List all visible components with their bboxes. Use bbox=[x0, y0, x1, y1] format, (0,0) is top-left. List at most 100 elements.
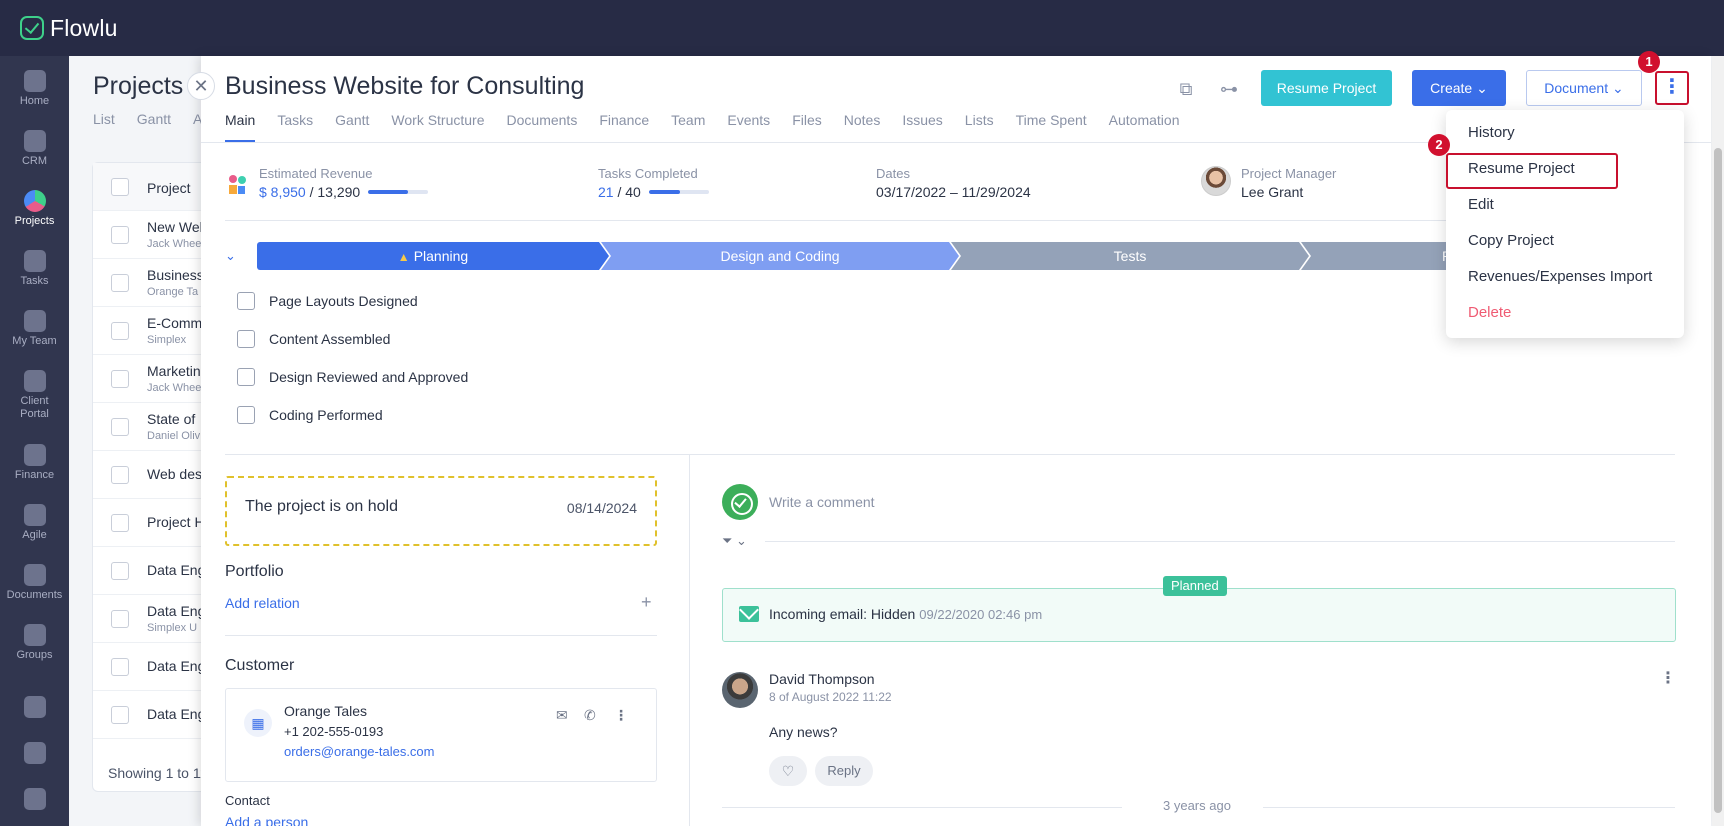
customer-email[interactable]: orders@orange-tales.com bbox=[284, 744, 434, 759]
flowlu-logo-icon[interactable] bbox=[20, 16, 44, 40]
sidebar-item-home[interactable]: Home bbox=[0, 70, 69, 108]
table-row[interactable]: State of Daniel Oliv bbox=[93, 403, 213, 451]
resume-project-button[interactable]: Resume Project bbox=[1261, 70, 1392, 106]
sidebar-item-agile[interactable]: Agile bbox=[0, 504, 69, 542]
scrollbar-thumb[interactable] bbox=[1714, 148, 1722, 813]
tab-automation[interactable]: Automation bbox=[1109, 112, 1180, 142]
row-checkbox[interactable] bbox=[111, 610, 129, 628]
row-checkbox[interactable] bbox=[111, 322, 129, 340]
tab-events[interactable]: Events bbox=[727, 112, 770, 142]
phone-icon[interactable]: ✆ bbox=[584, 707, 596, 724]
tab-files[interactable]: Files bbox=[792, 112, 822, 142]
sidebar-item-groups[interactable]: Groups bbox=[0, 624, 69, 662]
tab-main[interactable]: Main bbox=[225, 112, 256, 142]
sidebar-item-chat[interactable] bbox=[0, 788, 69, 813]
filter-icon[interactable]: ⏷ ⌄ bbox=[722, 533, 747, 549]
checklist-checkbox[interactable] bbox=[237, 406, 255, 424]
menu-item-resume-project[interactable]: Resume Project bbox=[1468, 160, 1575, 177]
column-header-project[interactable]: Project bbox=[147, 180, 191, 196]
send-email-icon[interactable]: ✉ bbox=[556, 707, 568, 724]
reply-button[interactable]: Reply bbox=[815, 756, 873, 786]
row-checkbox[interactable] bbox=[111, 274, 129, 292]
close-panel-button[interactable]: ✕ bbox=[187, 72, 215, 100]
select-all-checkbox[interactable] bbox=[111, 178, 129, 196]
sidebar-item-client-portal[interactable]: Client Portal bbox=[0, 370, 69, 421]
copy-link-icon[interactable]: ⊶ bbox=[1218, 78, 1240, 100]
checklist-item[interactable]: Content Assembled bbox=[237, 330, 390, 348]
bg-tab-list[interactable]: List bbox=[93, 111, 115, 127]
tab-notes[interactable]: Notes bbox=[844, 112, 881, 142]
bg-tab-gantt[interactable]: Gantt bbox=[137, 111, 171, 127]
stage-planning[interactable]: ▲ Planning bbox=[257, 242, 609, 270]
add-person-link[interactable]: Add a person bbox=[225, 814, 308, 826]
table-row[interactable]: Business Orange Ta bbox=[93, 259, 213, 307]
sidebar-item-settings[interactable] bbox=[0, 742, 69, 767]
menu-item-history[interactable]: History bbox=[1468, 124, 1515, 141]
table-row[interactable]: Data Eng Simplex U bbox=[93, 595, 213, 643]
table-row[interactable]: Data Eng bbox=[93, 643, 213, 691]
row-checkbox[interactable] bbox=[111, 418, 129, 436]
comment-more-icon[interactable]: ⋮ bbox=[1660, 668, 1676, 688]
row-checkbox[interactable] bbox=[111, 514, 129, 532]
sidebar-item-my-team[interactable]: My Team bbox=[0, 310, 69, 348]
menu-item-edit[interactable]: Edit bbox=[1468, 196, 1494, 213]
row-checkbox[interactable] bbox=[111, 370, 129, 388]
checklist-item[interactable]: Page Layouts Designed bbox=[237, 292, 418, 310]
tab-issues[interactable]: Issues bbox=[902, 112, 942, 142]
more-actions-button[interactable]: ⋮ bbox=[1655, 71, 1689, 105]
stage-design-and-coding[interactable]: Design and Coding bbox=[601, 242, 959, 270]
customer-more-icon[interactable]: ⋮ bbox=[614, 707, 628, 724]
stage-tests[interactable]: Tests bbox=[951, 242, 1309, 270]
table-row[interactable]: Marketin Jack Whee bbox=[93, 355, 213, 403]
create-button[interactable]: Create ⌄ bbox=[1412, 70, 1506, 106]
open-external-icon[interactable]: ⧉ bbox=[1175, 78, 1197, 100]
checklist-item[interactable]: Design Reviewed and Approved bbox=[237, 368, 468, 386]
like-button[interactable]: ♡ bbox=[769, 756, 807, 786]
tab-time-spent[interactable]: Time Spent bbox=[1016, 112, 1087, 142]
row-checkbox[interactable] bbox=[111, 466, 129, 484]
table-row[interactable]: E-Comm Simplex bbox=[93, 307, 213, 355]
sidebar-item-documents[interactable]: Documents bbox=[0, 564, 69, 602]
table-row[interactable]: Data Eng bbox=[93, 547, 213, 595]
comment-input[interactable]: Write a comment bbox=[769, 494, 875, 510]
tab-tasks[interactable]: Tasks bbox=[277, 112, 313, 142]
sidebar-item-knowledge[interactable] bbox=[0, 696, 69, 721]
checklist-checkbox[interactable] bbox=[237, 368, 255, 386]
sidebar-item-tasks[interactable]: Tasks bbox=[0, 250, 69, 288]
menu-item-delete[interactable]: Delete bbox=[1468, 304, 1511, 321]
tab-team[interactable]: Team bbox=[671, 112, 705, 142]
table-row[interactable]: New Wel Jack Whee bbox=[93, 211, 213, 259]
row-checkbox[interactable] bbox=[111, 562, 129, 580]
checklist-item[interactable]: Coding Performed bbox=[237, 406, 383, 424]
row-checkbox[interactable] bbox=[111, 658, 129, 676]
checklist-checkbox[interactable] bbox=[237, 330, 255, 348]
menu-item-revenues-expenses-import[interactable]: Revenues/Expenses Import bbox=[1468, 268, 1652, 285]
incoming-email-item[interactable]: Incoming email: Hidden 09/22/2020 02:46 p… bbox=[722, 588, 1676, 642]
manager-avatar[interactable] bbox=[1201, 166, 1231, 196]
sidebar-item-finance[interactable]: Finance bbox=[0, 444, 69, 482]
collapse-stages-chevron-icon[interactable]: ⌄ bbox=[225, 248, 236, 264]
checklist-checkbox[interactable] bbox=[237, 292, 255, 310]
table-row[interactable]: Project H bbox=[93, 499, 213, 547]
sidebar-item-crm[interactable]: CRM bbox=[0, 130, 69, 168]
add-relation-link[interactable]: Add relation bbox=[225, 595, 300, 611]
tab-finance[interactable]: Finance bbox=[599, 112, 649, 142]
document-button[interactable]: Document ⌄ bbox=[1526, 70, 1642, 106]
table-row[interactable]: Web des bbox=[93, 451, 213, 499]
comment-author[interactable]: David Thompson bbox=[769, 671, 875, 687]
app-logo-text[interactable]: Flowlu bbox=[50, 15, 118, 42]
table-row[interactable]: Data Eng bbox=[93, 691, 213, 739]
tab-gantt[interactable]: Gantt bbox=[335, 112, 369, 142]
customer-phone: +1 202-555-0193 bbox=[284, 724, 384, 739]
commenter-avatar[interactable] bbox=[722, 672, 758, 708]
sidebar-item-projects[interactable]: Projects bbox=[0, 190, 69, 228]
menu-item-copy-project[interactable]: Copy Project bbox=[1468, 232, 1554, 249]
row-checkbox[interactable] bbox=[111, 226, 129, 244]
add-relation-plus-icon[interactable]: + bbox=[641, 592, 652, 613]
page-scrollbar[interactable] bbox=[1712, 56, 1724, 826]
tab-work-structure[interactable]: Work Structure bbox=[391, 112, 484, 142]
row-checkbox[interactable] bbox=[111, 706, 129, 724]
tab-documents[interactable]: Documents bbox=[507, 112, 578, 142]
customer-name[interactable]: Orange Tales bbox=[284, 703, 367, 719]
tab-lists[interactable]: Lists bbox=[965, 112, 994, 142]
